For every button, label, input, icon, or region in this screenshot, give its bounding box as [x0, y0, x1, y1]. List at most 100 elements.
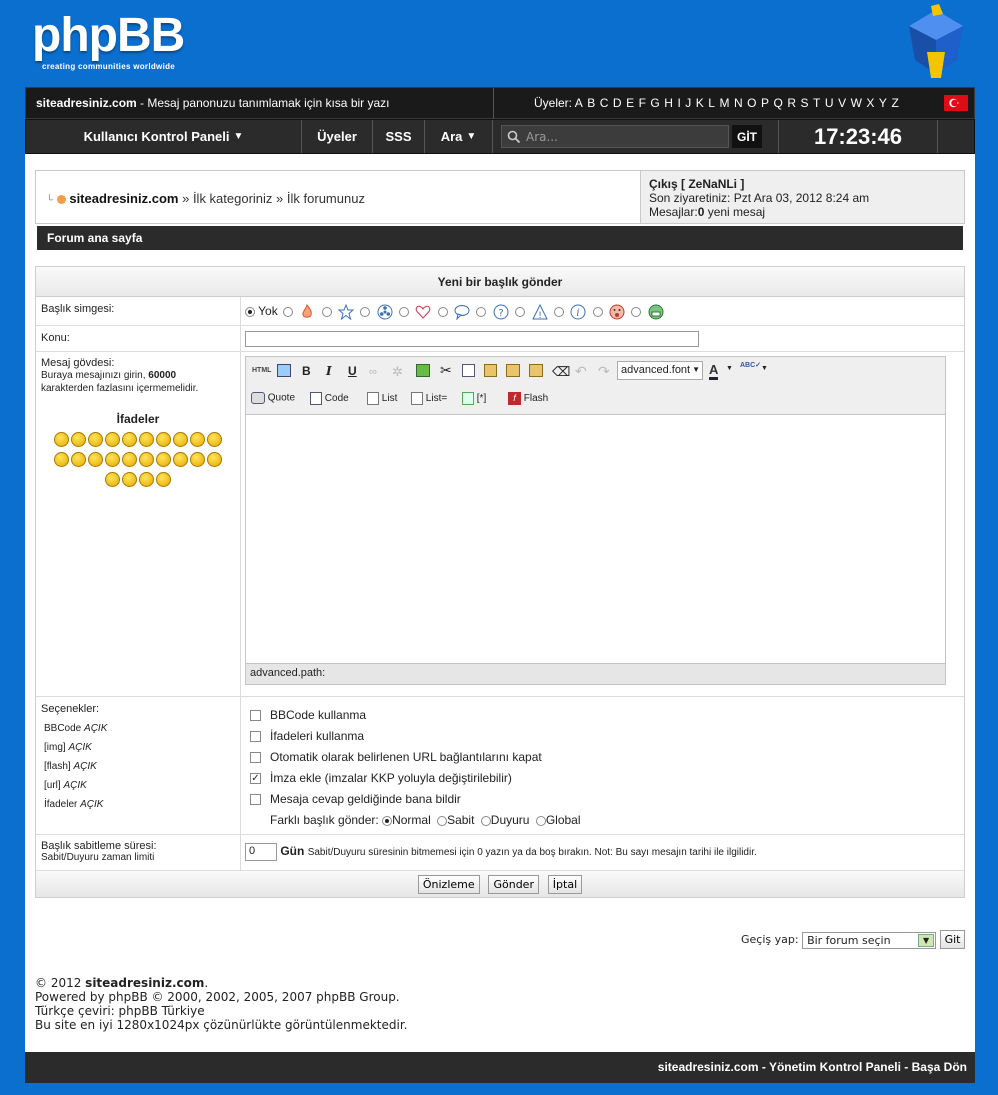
letter-link[interactable]: Z [891, 96, 898, 110]
editor-textarea[interactable] [246, 415, 945, 665]
quote-button[interactable]: Quote [251, 392, 295, 404]
underline-icon[interactable]: U [348, 364, 357, 378]
smiley-icon[interactable] [207, 452, 222, 467]
paste-text-icon[interactable] [506, 364, 520, 377]
smiley-icon[interactable] [156, 432, 171, 447]
letter-link[interactable]: Q [774, 96, 783, 110]
letter-link[interactable]: T [813, 96, 820, 110]
letter-link[interactable]: R [787, 96, 796, 110]
option-disable-bbcode[interactable]: BBCode kullanma [250, 705, 964, 726]
code-button[interactable]: Code [310, 392, 349, 405]
copy-icon[interactable] [462, 364, 475, 377]
icon-radio[interactable] [437, 307, 448, 317]
letter-link[interactable]: N [734, 96, 743, 110]
icon-radio[interactable] [476, 307, 487, 317]
letter-link[interactable]: K [696, 96, 704, 110]
letter-link[interactable]: C [600, 96, 609, 110]
icon-radio[interactable] [553, 307, 564, 317]
smiley-icon[interactable] [173, 432, 188, 447]
letter-link[interactable]: F [639, 96, 646, 110]
flash-button[interactable]: f Flash [508, 392, 548, 405]
unlink-icon[interactable]: ✲ [392, 364, 403, 380]
spellcheck-icon[interactable]: ABC✓ [740, 361, 761, 369]
checkbox[interactable] [250, 794, 261, 806]
smiley-icon[interactable] [71, 432, 86, 447]
logout-link[interactable]: Çıkış [ ZeNaNLi ] [649, 177, 956, 191]
text-color-icon[interactable]: A [709, 362, 719, 380]
private-messages[interactable]: Mesajlar:0 yeni mesaj [649, 205, 956, 219]
search-go-button[interactable]: GİT [732, 125, 762, 148]
submit-button[interactable]: Gönder [488, 875, 539, 894]
undo-icon[interactable]: ↶ [575, 363, 587, 380]
footer-site-link[interactable]: siteadresiniz.com [658, 1060, 759, 1074]
members-link[interactable]: Üyeler [302, 120, 373, 153]
letter-link[interactable]: X [866, 96, 874, 110]
opt-on-link[interactable]: AÇIK [68, 742, 91, 753]
letter-link[interactable]: Y [879, 96, 887, 110]
fullscreen-icon[interactable] [277, 364, 291, 377]
opt-on-link[interactable]: AÇIK [80, 799, 103, 810]
opt-on-link[interactable]: AÇIK [84, 723, 107, 734]
letter-link[interactable]: B [587, 96, 595, 110]
smiley-icon[interactable] [122, 452, 137, 467]
post-type-radio-normal[interactable] [382, 815, 393, 826]
opt-on-link[interactable]: AÇIK [73, 761, 96, 772]
list-item-button[interactable]: [*] [462, 392, 486, 405]
checkbox[interactable] [250, 710, 261, 722]
smiley-icon[interactable] [156, 452, 171, 467]
footer-acp-link[interactable]: Yönetim Kontrol Paneli [769, 1060, 901, 1074]
redo-icon[interactable]: ↷ [598, 363, 610, 380]
smiley-icon[interactable] [54, 432, 69, 447]
option-disable-urls[interactable]: Otomatik olarak belirlenen URL bağlantıl… [250, 747, 964, 768]
footer-top-link[interactable]: Başa Dön [912, 1060, 967, 1074]
letter-link[interactable]: L [708, 96, 715, 110]
post-type-radio-global[interactable] [535, 815, 546, 826]
icon-radio[interactable] [321, 307, 332, 317]
breadcrumb-category[interactable]: İlk kategoriniz [193, 191, 272, 206]
letter-link[interactable]: E [626, 96, 634, 110]
caret-down-icon[interactable]: ▼ [761, 365, 768, 372]
search-menu[interactable]: Ara ▼ [425, 120, 493, 153]
cancel-button[interactable]: İptal [547, 875, 583, 894]
html-icon[interactable]: HTML [252, 367, 271, 374]
icon-radio[interactable] [360, 307, 371, 317]
icon-radio[interactable] [283, 307, 294, 317]
option-disable-smilies[interactable]: İfadeleri kullanma [250, 726, 964, 747]
forum-home-bar[interactable]: Forum ana sayfa [37, 226, 963, 250]
letter-link[interactable]: M [719, 96, 729, 110]
font-select[interactable]: advanced.font ▼ [617, 361, 703, 380]
letter-link[interactable]: O [747, 96, 756, 110]
smiley-icon[interactable] [190, 452, 205, 467]
letter-link[interactable]: P [761, 96, 769, 110]
smiley-icon[interactable] [173, 452, 188, 467]
letter-link[interactable]: D [613, 96, 622, 110]
smiley-icon[interactable] [88, 432, 103, 447]
checkbox[interactable] [250, 752, 261, 764]
smiley-icon[interactable] [190, 432, 205, 447]
smiley-icon[interactable] [122, 472, 137, 487]
paste-word-icon[interactable] [529, 364, 543, 377]
smiley-icon[interactable] [71, 452, 86, 467]
letter-link[interactable]: V [838, 96, 846, 110]
cut-icon[interactable]: ✂ [440, 362, 452, 379]
letter-link[interactable]: U [825, 96, 834, 110]
letter-link[interactable]: G [650, 96, 659, 110]
post-type-radio-announce[interactable] [480, 815, 491, 826]
smiley-icon[interactable] [122, 432, 137, 447]
italic-icon[interactable]: I [326, 364, 332, 378]
option-attach-signature[interactable]: ✓ İmza ekle (imzalar KKP yoluyla değiştir… [250, 768, 964, 789]
breadcrumb-forum[interactable]: İlk forumunuz [287, 191, 365, 206]
caret-down-icon[interactable]: ▼ [726, 365, 733, 372]
smiley-icon[interactable] [139, 472, 154, 487]
smiley-icon[interactable] [207, 432, 222, 447]
icon-radio-none[interactable] [245, 307, 255, 317]
icon-radio[interactable] [631, 307, 642, 317]
eraser-icon[interactable]: ⌫ [552, 364, 570, 380]
jump-go-button[interactable]: Git [939, 930, 966, 949]
smiley-icon[interactable] [88, 452, 103, 467]
subject-input[interactable] [245, 331, 699, 347]
letter-link[interactable]: J [685, 96, 691, 110]
icon-radio[interactable] [515, 307, 526, 317]
letter-link[interactable]: A [575, 96, 583, 110]
image-icon[interactable] [416, 364, 430, 377]
